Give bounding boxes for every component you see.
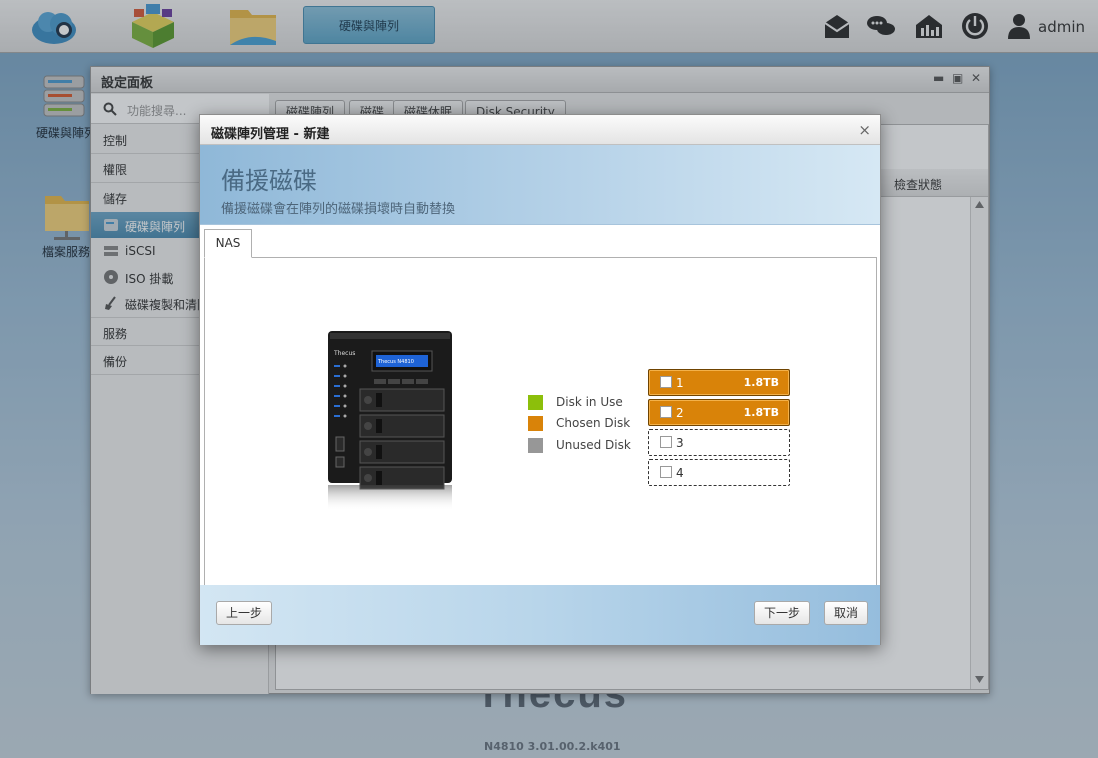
tab-nas[interactable]: NAS — [204, 229, 252, 258]
legend-swatch-unused — [528, 438, 543, 453]
legend-swatch-in-use — [528, 395, 543, 410]
dialog-title: 磁碟陣列管理 - 新建 — [211, 127, 330, 142]
disk-slot-2[interactable]: 2 1.8TB — [648, 399, 790, 426]
device-lcd-text: Thecus N4810 — [377, 359, 414, 365]
nas-device-image: Thecus Thecus N4810 — [326, 329, 454, 511]
disk-slot-3[interactable]: 3 — [648, 429, 790, 456]
step-heading: 備援磁碟 — [221, 167, 317, 195]
disk-size: 1.8TB — [743, 376, 779, 389]
close-icon[interactable]: × — [858, 121, 871, 139]
disk-number: 1 — [676, 376, 684, 390]
disk-checkbox[interactable] — [660, 376, 672, 388]
dialog-footer: 上一步 下一步 取消 — [200, 585, 880, 645]
svg-text:Thecus: Thecus — [333, 350, 355, 357]
previous-button[interactable]: 上一步 — [216, 601, 273, 625]
step-description: 備援磁碟會在陣列的磁碟損壞時自動替換 — [221, 202, 456, 217]
dialog-titlebar[interactable]: 磁碟陣列管理 - 新建 × — [200, 115, 880, 145]
cancel-button[interactable]: 取消 — [824, 601, 869, 625]
dialog-banner: 備援磁碟 備援磁碟會在陣列的磁碟損壞時自動替換 — [200, 145, 880, 225]
disk-size: 1.8TB — [743, 406, 779, 419]
next-button[interactable]: 下一步 — [754, 601, 811, 625]
legend-swatch-chosen — [528, 416, 543, 431]
disk-checkbox[interactable] — [660, 466, 672, 478]
disk-number: 2 — [676, 406, 684, 420]
disk-checkbox[interactable] — [660, 436, 672, 448]
disk-number: 3 — [676, 436, 684, 450]
disk-slot-4[interactable]: 4 — [648, 459, 790, 486]
disk-number: 4 — [676, 466, 684, 480]
disk-checkbox[interactable] — [660, 406, 672, 418]
disk-slot-1[interactable]: 1 1.8TB — [648, 369, 790, 396]
